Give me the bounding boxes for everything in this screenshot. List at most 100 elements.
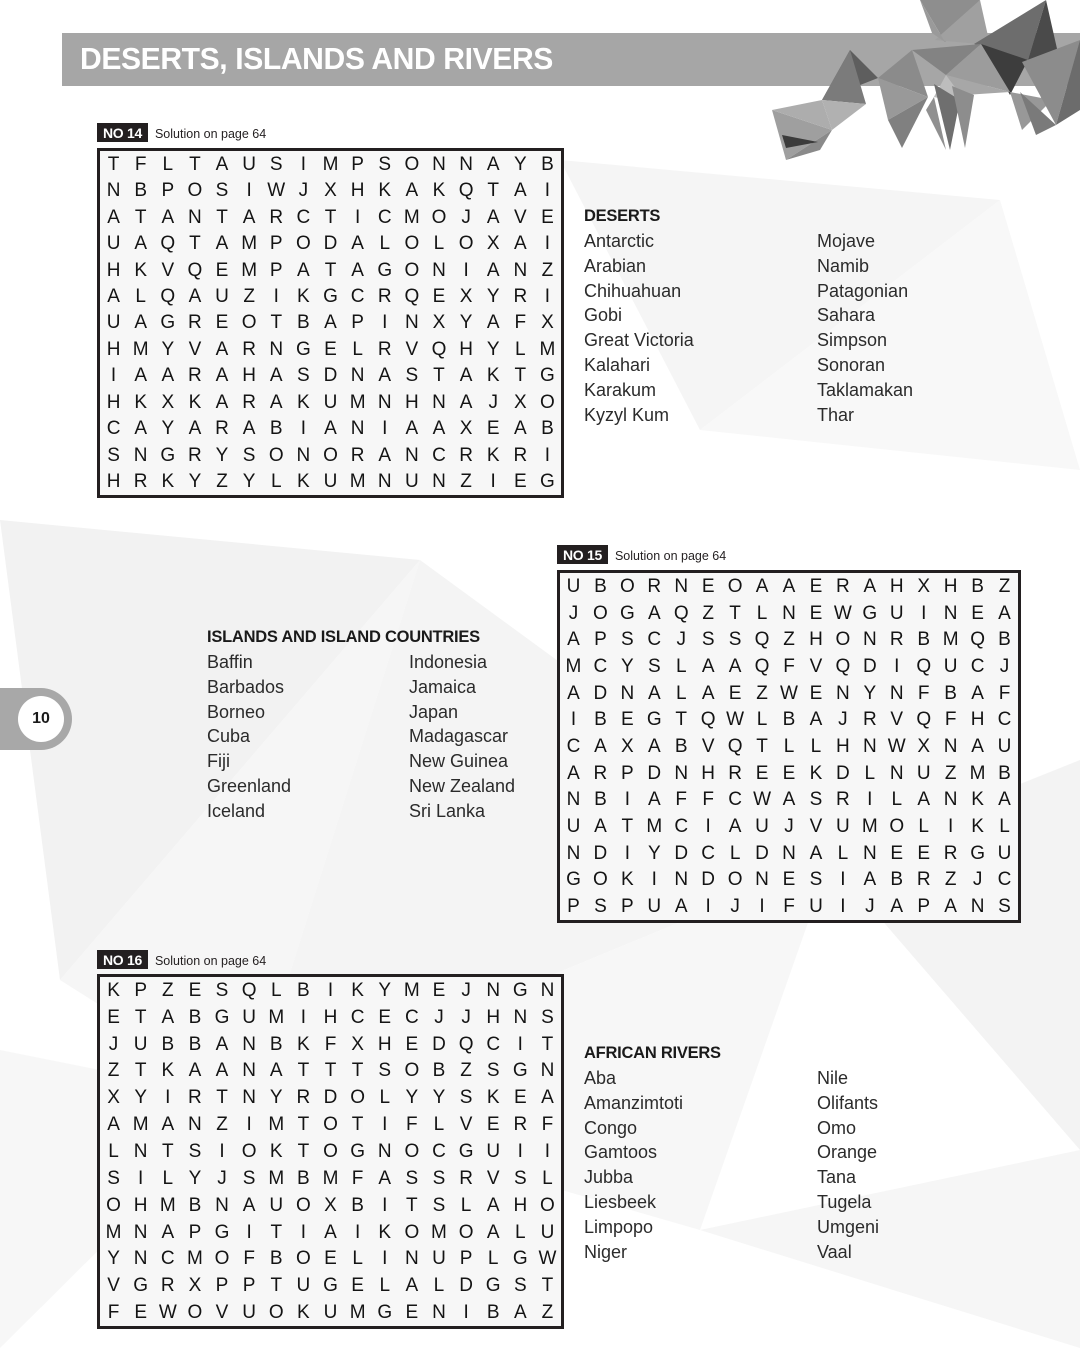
- grid-cell[interactable]: R: [507, 283, 534, 309]
- grid-cell[interactable]: N: [534, 977, 561, 1004]
- grid-cell[interactable]: L: [507, 1219, 534, 1246]
- grid-cell[interactable]: W: [776, 680, 803, 707]
- grid-cell[interactable]: N: [344, 363, 371, 389]
- grid-cell[interactable]: E: [722, 680, 749, 707]
- grid-cell[interactable]: A: [371, 442, 398, 468]
- grid-cell[interactable]: X: [534, 310, 561, 336]
- grid-cell[interactable]: T: [507, 363, 534, 389]
- grid-cell[interactable]: P: [263, 230, 290, 256]
- grid-cell[interactable]: A: [507, 177, 534, 203]
- grid-cell[interactable]: H: [964, 706, 991, 733]
- grid-cell[interactable]: X: [154, 389, 181, 415]
- grid-cell[interactable]: M: [154, 1192, 181, 1219]
- grid-cell[interactable]: B: [127, 177, 154, 203]
- grid-cell[interactable]: A: [398, 416, 425, 442]
- grid-cell[interactable]: B: [964, 573, 991, 600]
- grid-cell[interactable]: S: [802, 867, 829, 894]
- grid-cell[interactable]: R: [208, 416, 235, 442]
- grid-cell[interactable]: I: [614, 840, 641, 867]
- grid-cell[interactable]: B: [910, 626, 937, 653]
- grid-cell[interactable]: E: [507, 1084, 534, 1111]
- grid-cell[interactable]: X: [480, 230, 507, 256]
- grid-cell[interactable]: M: [317, 1165, 344, 1192]
- grid-cell[interactable]: W: [534, 1245, 561, 1272]
- grid-cell[interactable]: O: [317, 1111, 344, 1138]
- grid-cell[interactable]: M: [127, 336, 154, 362]
- grid-cell[interactable]: E: [802, 680, 829, 707]
- grid-cell[interactable]: B: [290, 977, 317, 1004]
- grid-cell[interactable]: S: [614, 626, 641, 653]
- grid-cell[interactable]: A: [722, 653, 749, 680]
- grid-cell[interactable]: X: [910, 573, 937, 600]
- grid-cell[interactable]: L: [127, 283, 154, 309]
- grid-cell[interactable]: A: [236, 1192, 263, 1219]
- grid-cell[interactable]: N: [425, 257, 452, 283]
- grid-cell[interactable]: O: [398, 230, 425, 256]
- grid-cell[interactable]: Y: [398, 1084, 425, 1111]
- grid-cell[interactable]: E: [425, 283, 452, 309]
- grid-cell[interactable]: L: [722, 840, 749, 867]
- grid-cell[interactable]: N: [614, 680, 641, 707]
- grid-cell[interactable]: H: [937, 573, 964, 600]
- grid-cell[interactable]: I: [371, 310, 398, 336]
- grid-cell[interactable]: C: [480, 1031, 507, 1058]
- grid-cell[interactable]: M: [263, 1165, 290, 1192]
- grid-cell[interactable]: Y: [856, 680, 883, 707]
- grid-cell[interactable]: V: [154, 257, 181, 283]
- grid-cell[interactable]: F: [398, 1111, 425, 1138]
- grid-cell[interactable]: K: [344, 977, 371, 1004]
- grid-cell[interactable]: B: [181, 1192, 208, 1219]
- grid-cell[interactable]: D: [668, 840, 695, 867]
- grid-cell[interactable]: L: [534, 1165, 561, 1192]
- grid-cell[interactable]: Z: [453, 469, 480, 495]
- grid-cell[interactable]: A: [344, 230, 371, 256]
- grid-cell[interactable]: S: [263, 151, 290, 177]
- grid-cell[interactable]: T: [208, 1084, 235, 1111]
- grid-cell[interactable]: A: [317, 1219, 344, 1246]
- grid-cell[interactable]: G: [534, 363, 561, 389]
- grid-cell[interactable]: W: [829, 600, 856, 627]
- grid-cell[interactable]: S: [480, 1058, 507, 1085]
- grid-cell[interactable]: N: [856, 626, 883, 653]
- grid-cell[interactable]: N: [398, 310, 425, 336]
- grid-cell[interactable]: A: [749, 573, 776, 600]
- grid-cell[interactable]: L: [668, 680, 695, 707]
- grid-cell[interactable]: M: [641, 813, 668, 840]
- grid-cell[interactable]: Z: [453, 1058, 480, 1085]
- grid-cell[interactable]: K: [127, 257, 154, 283]
- grid-cell[interactable]: P: [208, 1272, 235, 1299]
- grid-cell[interactable]: U: [910, 760, 937, 787]
- grid-cell[interactable]: I: [453, 257, 480, 283]
- grid-cell[interactable]: T: [127, 204, 154, 230]
- grid-cell[interactable]: G: [480, 1272, 507, 1299]
- puzzle-14-grid[interactable]: TFLTAUSIMPSONNAYBNBPOSIWJXHKAKQTAIATANTA…: [97, 148, 564, 498]
- grid-cell[interactable]: P: [560, 893, 587, 920]
- grid-cell[interactable]: Q: [154, 230, 181, 256]
- grid-cell[interactable]: J: [453, 204, 480, 230]
- grid-cell[interactable]: F: [317, 1031, 344, 1058]
- grid-cell[interactable]: H: [883, 573, 910, 600]
- grid-cell[interactable]: G: [208, 1004, 235, 1031]
- grid-cell[interactable]: W: [154, 1299, 181, 1326]
- grid-cell[interactable]: N: [236, 1084, 263, 1111]
- grid-cell[interactable]: G: [371, 1299, 398, 1326]
- grid-cell[interactable]: C: [154, 1245, 181, 1272]
- grid-cell[interactable]: K: [263, 1138, 290, 1165]
- grid-cell[interactable]: N: [453, 151, 480, 177]
- grid-cell[interactable]: O: [722, 867, 749, 894]
- grid-cell[interactable]: B: [181, 1031, 208, 1058]
- grid-cell[interactable]: J: [991, 653, 1018, 680]
- grid-cell[interactable]: K: [290, 1031, 317, 1058]
- grid-cell[interactable]: E: [802, 600, 829, 627]
- grid-cell[interactable]: T: [263, 310, 290, 336]
- grid-cell[interactable]: R: [937, 840, 964, 867]
- grid-cell[interactable]: Y: [371, 977, 398, 1004]
- grid-cell[interactable]: P: [181, 1219, 208, 1246]
- grid-cell[interactable]: R: [641, 573, 668, 600]
- grid-cell[interactable]: P: [910, 893, 937, 920]
- grid-cell[interactable]: D: [829, 760, 856, 787]
- grid-cell[interactable]: T: [317, 1058, 344, 1085]
- grid-cell[interactable]: M: [344, 469, 371, 495]
- grid-cell[interactable]: N: [425, 151, 452, 177]
- grid-cell[interactable]: B: [263, 1031, 290, 1058]
